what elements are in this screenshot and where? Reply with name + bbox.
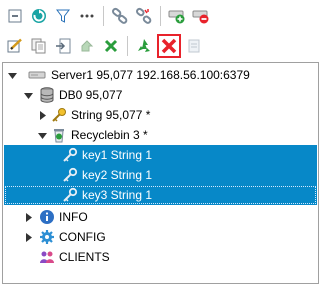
key-label: key3 String 1 — [82, 188, 153, 202]
key-icon — [62, 147, 78, 163]
tree-node-server[interactable]: Server1 95,077 192.168.56.100:6379 — [7, 65, 250, 85]
key-icon — [62, 167, 78, 183]
tree-node-config[interactable]: CONFIG — [23, 227, 106, 247]
toolbar-bottom — [0, 32, 321, 60]
config-label: CONFIG — [59, 230, 106, 244]
collapse-icon[interactable] — [4, 5, 26, 27]
toolbar-separator — [127, 36, 128, 56]
delete-icon[interactable] — [157, 34, 181, 58]
gear-icon — [39, 229, 55, 245]
refresh-icon[interactable] — [28, 5, 50, 27]
tree-node-info[interactable]: INFO — [23, 207, 88, 227]
tree-node-db[interactable]: DB0 95,077 — [23, 85, 122, 105]
toolbar-top — [0, 2, 321, 30]
key-label: key2 String 1 — [82, 168, 153, 182]
tree-node-recyclebin[interactable]: Recyclebin 3 * — [37, 125, 148, 145]
tree-node-key[interactable]: key3 String 1 — [4, 185, 317, 205]
collapsed-arrow-icon[interactable] — [23, 232, 33, 242]
key-label: key1 String 1 — [82, 148, 153, 162]
info-icon — [39, 209, 55, 225]
edit-icon[interactable] — [4, 35, 26, 57]
copy-icon[interactable] — [28, 35, 50, 57]
toolbar-separator — [160, 6, 161, 26]
recyclebin-label: Recyclebin 3 * — [71, 128, 148, 142]
close-x-icon[interactable] — [100, 35, 122, 57]
tree-node-key[interactable]: key1 String 1 — [4, 145, 317, 165]
tree-node-clients[interactable]: CLIENTS — [39, 247, 110, 267]
key-icon — [62, 187, 78, 203]
expanded-arrow-icon[interactable] — [23, 90, 33, 100]
filter-icon[interactable] — [52, 5, 74, 27]
users-icon — [39, 249, 55, 265]
tree-node-string-group[interactable]: String 95,077 * — [37, 105, 150, 125]
collapsed-arrow-icon[interactable] — [37, 110, 47, 120]
expanded-arrow-icon[interactable] — [37, 130, 47, 140]
move-icon[interactable] — [76, 35, 98, 57]
redis-tree[interactable]: Server1 95,077 192.168.56.100:6379 DB0 9… — [2, 62, 319, 284]
server-icon — [27, 67, 47, 83]
clear-icon[interactable] — [183, 35, 205, 57]
unlink-icon[interactable] — [133, 5, 155, 27]
recyclebin-icon — [51, 127, 67, 143]
more-icon[interactable] — [76, 5, 98, 27]
add-connection-icon[interactable] — [166, 5, 188, 27]
key-gold-icon — [51, 107, 67, 123]
clients-label: CLIENTS — [59, 250, 110, 264]
server-label: Server1 95,077 192.168.56.100:6379 — [51, 68, 250, 82]
remove-connection-icon[interactable] — [190, 5, 212, 27]
link-icon[interactable] — [109, 5, 131, 27]
recycle-icon[interactable] — [133, 35, 155, 57]
database-icon — [39, 87, 55, 103]
toolbar-separator — [103, 6, 104, 26]
expanded-arrow-icon[interactable] — [7, 70, 17, 80]
db-label: DB0 95,077 — [59, 88, 123, 102]
collapsed-arrow-icon[interactable] — [23, 212, 33, 222]
import-icon[interactable] — [52, 35, 74, 57]
info-label: INFO — [59, 210, 88, 224]
tree-node-key[interactable]: key2 String 1 — [4, 165, 317, 185]
string-group-label: String 95,077 * — [71, 108, 151, 122]
